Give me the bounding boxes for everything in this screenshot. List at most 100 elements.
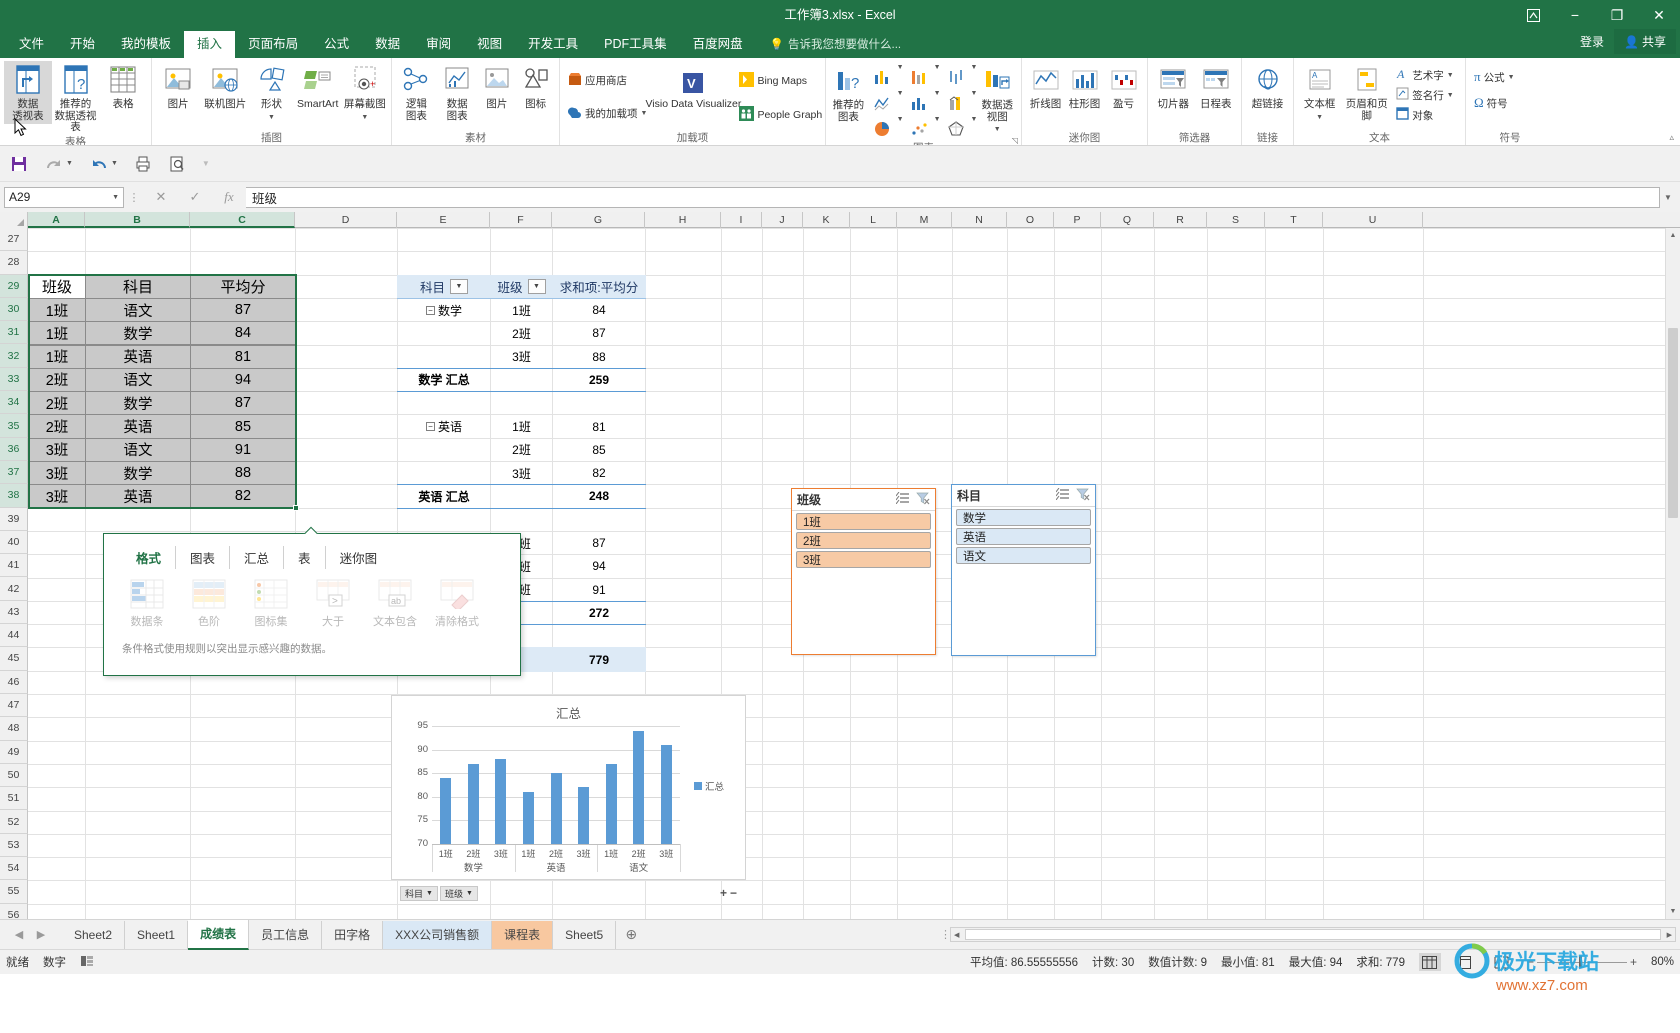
- name-box-caret-icon[interactable]: ▼: [112, 194, 119, 201]
- pivot-header-class[interactable]: 班级 ▼: [490, 274, 553, 299]
- pivot-class-1-2[interactable]: 3班: [490, 461, 553, 485]
- chart-collapse-button[interactable]: −: [730, 886, 737, 900]
- source-header-1[interactable]: 科目: [85, 274, 191, 299]
- column-header-I[interactable]: I: [721, 212, 762, 228]
- column-header-N[interactable]: N: [952, 212, 1007, 228]
- pivot-value-1-1[interactable]: 85: [552, 438, 646, 462]
- row-header-30[interactable]: 30: [0, 297, 28, 322]
- source-cell-2-1[interactable]: 英语: [85, 344, 191, 369]
- recommended-charts-button[interactable]: ? 推荐的 图表: [830, 62, 867, 125]
- redo-icon[interactable]: ▼: [44, 156, 73, 172]
- bar-chart-caret-icon[interactable]: ▼: [934, 64, 941, 90]
- slicer-subject-item-1[interactable]: 英语: [956, 528, 1091, 545]
- ribbon-tab-mytemplates[interactable]: 我的模板: [108, 31, 184, 58]
- row-header-36[interactable]: 36: [0, 437, 28, 461]
- collapse-minus-icon[interactable]: −: [425, 305, 435, 315]
- expand-formula-bar-icon[interactable]: ▼: [1660, 193, 1676, 202]
- column-header-F[interactable]: F: [490, 212, 552, 228]
- source-cell-7-2[interactable]: 88: [190, 461, 296, 486]
- row-header-50[interactable]: 50: [0, 763, 28, 788]
- row-header-41[interactable]: 41: [0, 554, 28, 578]
- row-header-45[interactable]: 45: [0, 647, 28, 671]
- chart-bar-3[interactable]: [522, 792, 534, 844]
- pivot-subtotal-label-0[interactable]: 数学 汇总: [397, 367, 491, 393]
- ribbon-display-options-icon[interactable]: [1512, 0, 1554, 30]
- slicer-class-item-1[interactable]: 2班: [796, 532, 931, 549]
- pivot-value-0-2[interactable]: 88: [552, 345, 646, 369]
- sparkline-line-button[interactable]: 折线图: [1026, 61, 1065, 113]
- area-chart-caret-icon[interactable]: ▼: [934, 90, 941, 116]
- collapse-ribbon-icon[interactable]: ▵: [1669, 132, 1674, 143]
- slicer-class[interactable]: 班级 1班 2班 3班: [791, 488, 936, 655]
- source-cell-4-1[interactable]: 数学: [85, 391, 191, 416]
- column-header-G[interactable]: G: [552, 212, 645, 228]
- column-header-T[interactable]: T: [1265, 212, 1323, 228]
- column-header-A[interactable]: A: [28, 212, 85, 228]
- source-cell-5-1[interactable]: 英语: [85, 414, 191, 439]
- ribbon-tab-pdftools[interactable]: PDF工具集: [591, 31, 680, 58]
- scatter-chart-button[interactable]: [904, 116, 934, 142]
- chart-field-button-1[interactable]: 班级 ▼: [440, 886, 478, 901]
- collapse-minus-icon[interactable]: −: [425, 422, 435, 432]
- chevron-down-icon[interactable]: ▼: [426, 890, 433, 897]
- row-header-56[interactable]: 56: [0, 903, 28, 919]
- pie-chart-caret-icon[interactable]: ▼: [897, 116, 904, 142]
- shapes-caret-icon[interactable]: ▼: [268, 114, 275, 121]
- pivot-value-2-2[interactable]: 91: [552, 578, 646, 602]
- scatter-chart-caret-icon[interactable]: ▼: [934, 116, 941, 142]
- screenshot-caret-icon[interactable]: ▼: [361, 114, 368, 121]
- cancel-icon[interactable]: ✕: [144, 189, 178, 205]
- chart-bar-1[interactable]: [467, 763, 479, 844]
- source-cell-0-0[interactable]: 1班: [28, 297, 86, 323]
- scroll-down-icon[interactable]: ▼: [1666, 904, 1680, 919]
- row-header-32[interactable]: 32: [0, 344, 28, 368]
- area-chart-button[interactable]: [904, 90, 934, 116]
- chart-bar-8[interactable]: [660, 744, 672, 844]
- clear-filter-icon[interactable]: [916, 492, 930, 508]
- pivot-value-2-1[interactable]: 94: [552, 554, 646, 578]
- source-cell-5-0[interactable]: 2班: [28, 414, 86, 439]
- hyperlink-button[interactable]: 超链接: [1246, 61, 1289, 113]
- bar-chart-button[interactable]: [904, 64, 934, 90]
- source-cell-1-0[interactable]: 1班: [28, 321, 86, 346]
- fx-icon[interactable]: fx: [212, 189, 246, 205]
- symbol-button[interactable]: Ω 符号: [1470, 93, 1550, 113]
- ribbon-tab-review[interactable]: 审阅: [413, 31, 464, 58]
- header-footer-button[interactable]: 页眉和页脚: [1341, 61, 1392, 124]
- restore-button[interactable]: ❐: [1596, 0, 1638, 30]
- row-header-33[interactable]: 33: [0, 367, 28, 392]
- equation-button[interactable]: π 公式 ▼: [1470, 67, 1550, 87]
- chart-bar-5[interactable]: [578, 787, 590, 844]
- column-header-P[interactable]: P: [1054, 212, 1101, 228]
- row-header-35[interactable]: 35: [0, 414, 28, 438]
- formula-bar-grip[interactable]: ⋮: [124, 191, 144, 204]
- material-icon-button[interactable]: 图标: [516, 61, 555, 113]
- qa-item-greater-than[interactable]: > 大于: [302, 579, 364, 629]
- column-header-B[interactable]: B: [85, 212, 190, 228]
- my-addins-button[interactable]: 我的加载项 ▼: [564, 103, 651, 124]
- column-header-M[interactable]: M: [897, 212, 952, 228]
- pivot-group-1[interactable]: − 英语: [397, 414, 491, 438]
- zoom-slider[interactable]: − +: [1527, 955, 1637, 969]
- minimize-button[interactable]: −: [1554, 0, 1596, 30]
- slicer-class-item-2[interactable]: 3班: [796, 551, 931, 568]
- selection-fill-handle[interactable]: [293, 504, 299, 511]
- chart-bar-4[interactable]: [550, 773, 562, 844]
- page-break-view-icon[interactable]: [1491, 953, 1513, 971]
- column-header-E[interactable]: E: [397, 212, 490, 228]
- column-header-O[interactable]: O: [1007, 212, 1054, 228]
- material-picture-button[interactable]: 图片: [477, 61, 516, 113]
- column-header-R[interactable]: R: [1154, 212, 1207, 228]
- sheet-tab-yuangongxinxi[interactable]: 员工信息: [249, 920, 323, 949]
- row-header-52[interactable]: 52: [0, 810, 28, 834]
- chart-bar-0[interactable]: [440, 777, 452, 844]
- wordart-button[interactable]: A 艺术字 ▼: [1392, 65, 1461, 85]
- zoom-level[interactable]: 80%: [1651, 956, 1674, 968]
- filter-dropdown-icon[interactable]: ▼: [527, 278, 546, 294]
- pivot-subtotal-value-0[interactable]: 259: [552, 367, 646, 393]
- pivot-value-2-0[interactable]: 87: [552, 531, 646, 555]
- ribbon-tab-baidunetdisk[interactable]: 百度网盘: [680, 31, 756, 58]
- qa-item-icon-sets[interactable]: 图标集: [240, 579, 302, 629]
- sheet-tab-chengjibiao[interactable]: 成绩表: [188, 919, 250, 950]
- filter-dropdown-icon[interactable]: ▼: [450, 278, 468, 294]
